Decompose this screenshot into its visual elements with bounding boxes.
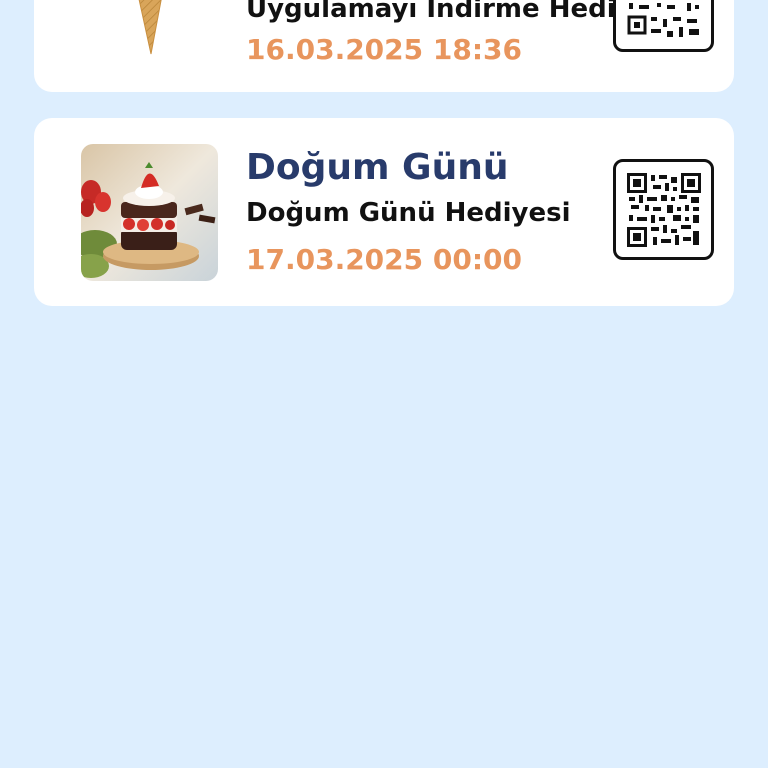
gift-image xyxy=(81,144,218,281)
gift-image xyxy=(81,0,218,72)
ice-cream-cone-icon xyxy=(138,0,162,55)
qr-code-button[interactable] xyxy=(613,0,714,52)
gift-card[interactable]: Uygulamayı İndirme Hediyesi 16.03.2025 1… xyxy=(34,0,734,92)
gift-text: Doğum Günü Doğum Günü Hediyesi 17.03.202… xyxy=(246,146,604,284)
gift-title: Doğum Günü xyxy=(246,147,509,188)
gift-list-screen: Uygulamayı İndirme Hediyesi 16.03.2025 1… xyxy=(0,0,768,768)
strawberry-cake-image xyxy=(81,144,218,281)
qr-code-icon xyxy=(626,172,701,247)
qr-code-icon xyxy=(626,0,701,39)
gift-date: 16.03.2025 18:36 xyxy=(246,33,523,66)
gift-card[interactable]: Doğum Günü Doğum Günü Hediyesi 17.03.202… xyxy=(34,118,734,306)
gift-subtitle: Doğum Günü Hediyesi xyxy=(246,198,571,228)
qr-code-button[interactable] xyxy=(613,159,714,260)
gift-date: 17.03.2025 00:00 xyxy=(246,243,523,276)
